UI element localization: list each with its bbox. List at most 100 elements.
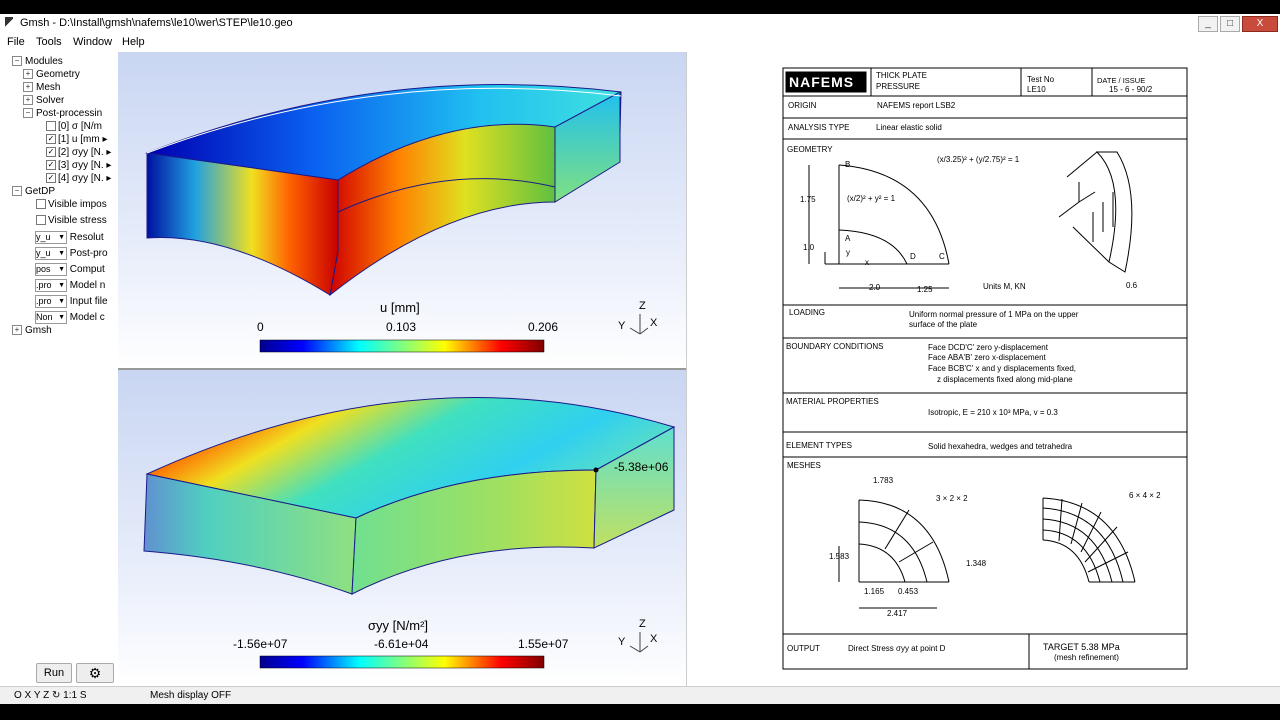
visible-stress-toggle[interactable]: Visible stress — [36, 215, 118, 228]
model-check-select[interactable]: Non ▼ — [35, 311, 67, 324]
gear-icon[interactable]: ⚙ — [76, 663, 114, 683]
field-label: Comput — [69, 264, 105, 276]
tree-geometry[interactable]: + Geometry — [23, 69, 80, 82]
resolution-field[interactable]: y_u ▼ Resolut — [35, 231, 118, 244]
menu-tools[interactable]: Tools — [36, 36, 62, 48]
probe-point-d[interactable] — [593, 467, 599, 473]
field-label: Model c — [69, 312, 105, 324]
maximize-button[interactable]: □ — [1220, 16, 1240, 32]
expand-icon[interactable]: + — [23, 82, 33, 93]
checkbox-unchecked[interactable] — [36, 199, 46, 210]
tree-label: GetDP — [25, 186, 56, 197]
checkbox-checked[interactable]: ✓ — [46, 173, 56, 184]
input-file-select[interactable]: .pro ▼ — [35, 295, 67, 308]
dropdown-arrow-icon[interactable]: ▼ — [58, 296, 65, 307]
colorbar-max-sigma: 1.55e+07 — [518, 637, 569, 651]
graphics-view-bottom[interactable]: -5.38e+06 σyy [N/m²] -1.56e+07 -6.61e+04… — [118, 370, 686, 686]
bc-text-4: z displacements fixed along mid-plane — [937, 375, 1073, 384]
mesh-sketch-coarse — [838, 499, 950, 609]
mesh-dim-0-453: 0.453 — [898, 587, 919, 596]
expand-icon[interactable]: + — [12, 325, 22, 336]
input-file-field[interactable]: .pro ▼ Input file — [35, 295, 118, 308]
equation-outer: (x/3.25)² + (y/2.75)² = 1 — [937, 155, 1020, 164]
checkbox-checked[interactable]: ✓ — [46, 134, 56, 145]
expand-icon[interactable]: + — [23, 69, 33, 80]
view-controls[interactable]: O X Y Z ↻ 1:1 S — [14, 690, 87, 701]
tree-mesh[interactable]: + Mesh — [23, 82, 60, 95]
dim-2-0: 2.0 — [869, 283, 881, 292]
axis-x-label: X — [650, 633, 658, 645]
field-label: Post-pro — [69, 248, 108, 260]
chevron-right-icon[interactable]: ▸ — [102, 134, 107, 145]
compute-select[interactable]: pos ▼ — [35, 263, 67, 276]
tree-view-3[interactable]: ✓ [3] σyy [N. ▸ — [46, 160, 118, 173]
dim-1-25: 1.25 — [917, 285, 933, 294]
chevron-right-icon[interactable]: ▸ — [106, 173, 111, 184]
chevron-right-icon[interactable]: ▸ — [106, 147, 111, 158]
colorbar-max-u: 0.206 — [528, 320, 559, 334]
menu-file[interactable]: File — [7, 36, 25, 48]
checkbox-checked[interactable]: ✓ — [46, 160, 56, 171]
units-note: Units M, KN — [983, 282, 1026, 291]
dropdown-arrow-icon[interactable]: ▼ — [58, 248, 65, 259]
colorbar-mid-u: 0.103 — [386, 320, 417, 334]
collapse-icon[interactable]: − — [12, 56, 22, 67]
collapse-icon[interactable]: − — [12, 186, 22, 197]
compute-field[interactable]: pos ▼ Comput — [35, 263, 118, 276]
minimize-button[interactable]: _ — [1198, 16, 1218, 32]
postpro-select[interactable]: y_u ▼ — [35, 247, 67, 260]
run-button[interactable]: Run — [36, 663, 72, 683]
dropdown-arrow-icon[interactable]: ▼ — [58, 280, 65, 291]
tree-modules[interactable]: − Modules — [12, 56, 63, 69]
menu-window[interactable]: Window — [73, 36, 112, 48]
bc-text-2: Face ABA'B' zero x-displacement — [928, 353, 1046, 362]
tree-getdp[interactable]: − GetDP — [12, 186, 55, 199]
output-label: OUTPUT — [787, 644, 820, 653]
mesh-dim-1-348: 1.348 — [966, 559, 987, 568]
material-value: Isotropic, E = 210 x 10³ MPa, v = 0.3 — [928, 408, 1058, 417]
tree-gmsh[interactable]: + Gmsh — [12, 325, 52, 338]
model-name-field[interactable]: .pro ▼ Model n — [35, 279, 118, 292]
close-button[interactable]: X — [1242, 16, 1278, 32]
analysis-value: Linear elastic solid — [876, 123, 942, 132]
checkbox-unchecked[interactable] — [36, 215, 46, 226]
tree-view-1[interactable]: ✓ [1] u [mm ▸ — [46, 134, 118, 147]
dim-1-75: 1.75 — [800, 195, 816, 204]
chevron-right-icon[interactable]: ▸ — [106, 160, 111, 171]
colorbar-u — [259, 339, 545, 353]
tree-label: Modules — [25, 56, 63, 67]
colorbar-min-u: 0 — [257, 320, 264, 334]
tree-view-2[interactable]: ✓ [2] σyy [N. ▸ — [46, 147, 118, 160]
dropdown-arrow-icon[interactable]: ▼ — [58, 264, 65, 275]
visible-impos-toggle[interactable]: Visible impos — [36, 199, 118, 212]
tree-solver[interactable]: + Solver — [23, 95, 64, 108]
resolution-select[interactable]: y_u ▼ — [35, 231, 67, 244]
test-no-value: LE10 — [1027, 85, 1046, 94]
model-check-field[interactable]: Non ▼ Model c — [35, 311, 118, 324]
tree-view-0[interactable]: [0] σ [N/m — [46, 121, 118, 134]
graphics-view-top[interactable]: u [mm] 0 0.103 0.206 Z Y X — [118, 52, 686, 368]
collapse-icon[interactable]: − — [23, 108, 33, 119]
bc-text-3: Face BCB'C' x and y displacements fixed, — [928, 364, 1077, 373]
menu-help[interactable]: Help — [122, 36, 145, 48]
expand-icon[interactable]: + — [23, 95, 33, 106]
bc-label: BOUNDARY CONDITIONS — [786, 342, 884, 351]
point-c: C — [939, 252, 945, 261]
origin-label: ORIGIN — [788, 101, 817, 110]
probe-value: -5.38e+06 — [614, 460, 669, 474]
tree-view-4[interactable]: ✓ [4] σyy [N. ▸ — [46, 173, 118, 186]
tree-postprocessing[interactable]: − Post-processin — [23, 108, 118, 121]
dropdown-arrow-icon[interactable]: ▼ — [58, 232, 65, 243]
loading-text-1: Uniform normal pressure of 1 MPa on the … — [909, 310, 1079, 319]
mesh-dim-1-783: 1.783 — [873, 476, 894, 485]
point-a: A — [845, 234, 851, 243]
checkbox-checked[interactable]: ✓ — [46, 147, 56, 158]
tree-label: Post-processin — [36, 108, 103, 119]
dropdown-arrow-icon[interactable]: ▼ — [58, 312, 65, 323]
tree-label: Visible stress — [48, 215, 107, 226]
checkbox-unchecked[interactable] — [46, 121, 56, 132]
postpro-field[interactable]: y_u ▼ Post-pro — [35, 247, 118, 260]
test-no-label: Test No — [1027, 75, 1055, 84]
model-name-select[interactable]: .pro ▼ — [35, 279, 67, 292]
geometry-label: GEOMETRY — [787, 145, 833, 154]
